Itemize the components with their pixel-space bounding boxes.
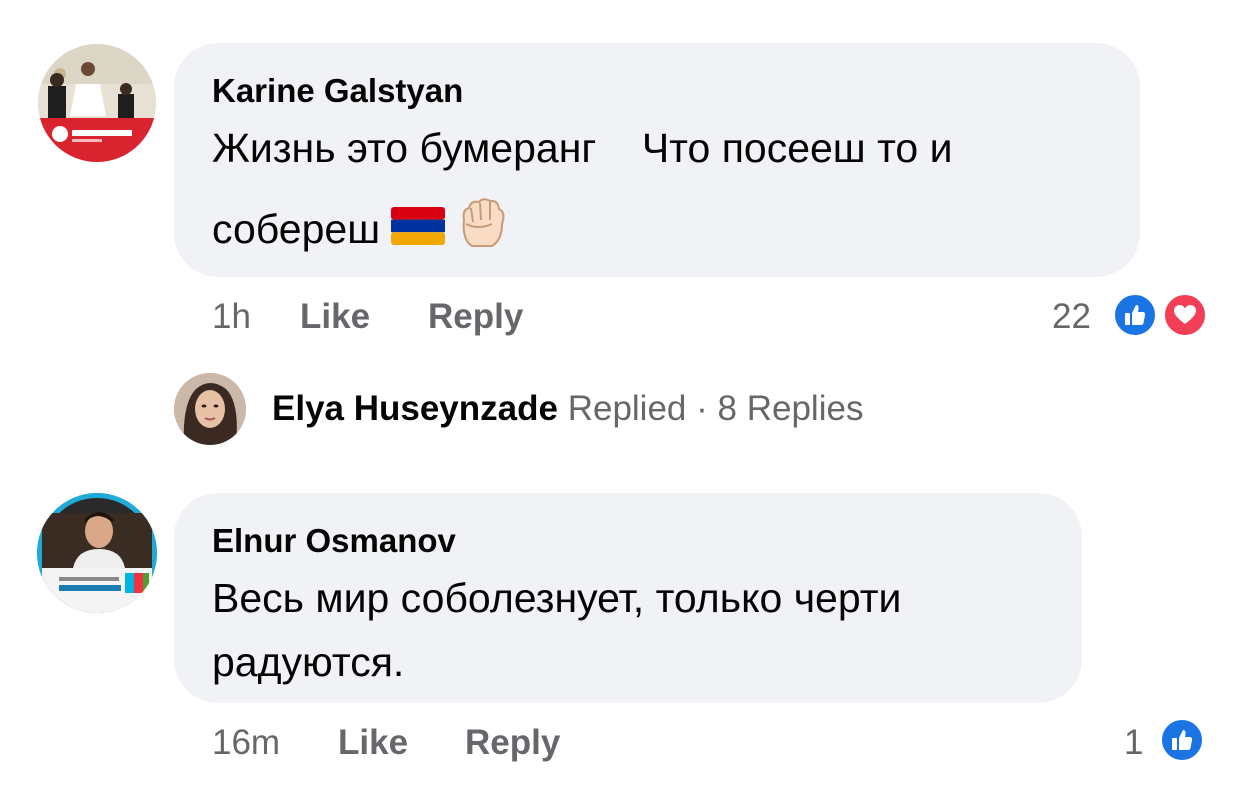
comment-timestamp[interactable]: 16m: [212, 723, 280, 763]
reaction-count[interactable]: 1: [1124, 723, 1143, 763]
karine-avatar[interactable]: [38, 44, 156, 162]
armenia-flag-icon: [390, 200, 446, 264]
reply-author[interactable]: Elya Huseynzade: [272, 389, 558, 428]
like-button[interactable]: Like: [338, 723, 408, 763]
reply-count[interactable]: 8 Replies: [718, 389, 864, 428]
like-reaction-icon[interactable]: [1159, 717, 1205, 763]
comment-text-line2: радуются.: [212, 639, 405, 685]
comment-text-line2-words: собереш: [212, 205, 381, 252]
comment-text-line1: Весь мир соболезнует, только черти: [212, 575, 902, 621]
elya-avatar-image: [174, 373, 246, 445]
raised-fist-icon: [452, 194, 510, 270]
elya-avatar[interactable]: [174, 373, 246, 445]
comment-author[interactable]: Elnur Osmanov: [212, 522, 456, 560]
reply-button[interactable]: Reply: [465, 723, 560, 763]
comment-text-line1: Жизнь это бумеранг Что посееш то и: [212, 125, 953, 171]
comment-timestamp[interactable]: 1h: [212, 297, 251, 337]
reaction-count[interactable]: 22: [1052, 297, 1091, 337]
elnur-avatar-image: [37, 493, 157, 613]
reply-action: Replied: [567, 389, 687, 428]
reply-button[interactable]: Reply: [428, 297, 523, 337]
reply-separator: ·: [696, 389, 708, 428]
love-reaction-icon[interactable]: [1162, 292, 1208, 338]
reply-summary[interactable]: Elya Huseynzade Replied · 8 Replies: [272, 389, 863, 429]
comment-text-line2: собереш: [212, 194, 510, 270]
comment-author[interactable]: Karine Galstyan: [212, 72, 463, 110]
karine-avatar-image: [38, 44, 156, 162]
like-button[interactable]: Like: [300, 297, 370, 337]
like-reaction-icon[interactable]: [1112, 292, 1158, 338]
elnur-avatar[interactable]: [37, 493, 157, 613]
